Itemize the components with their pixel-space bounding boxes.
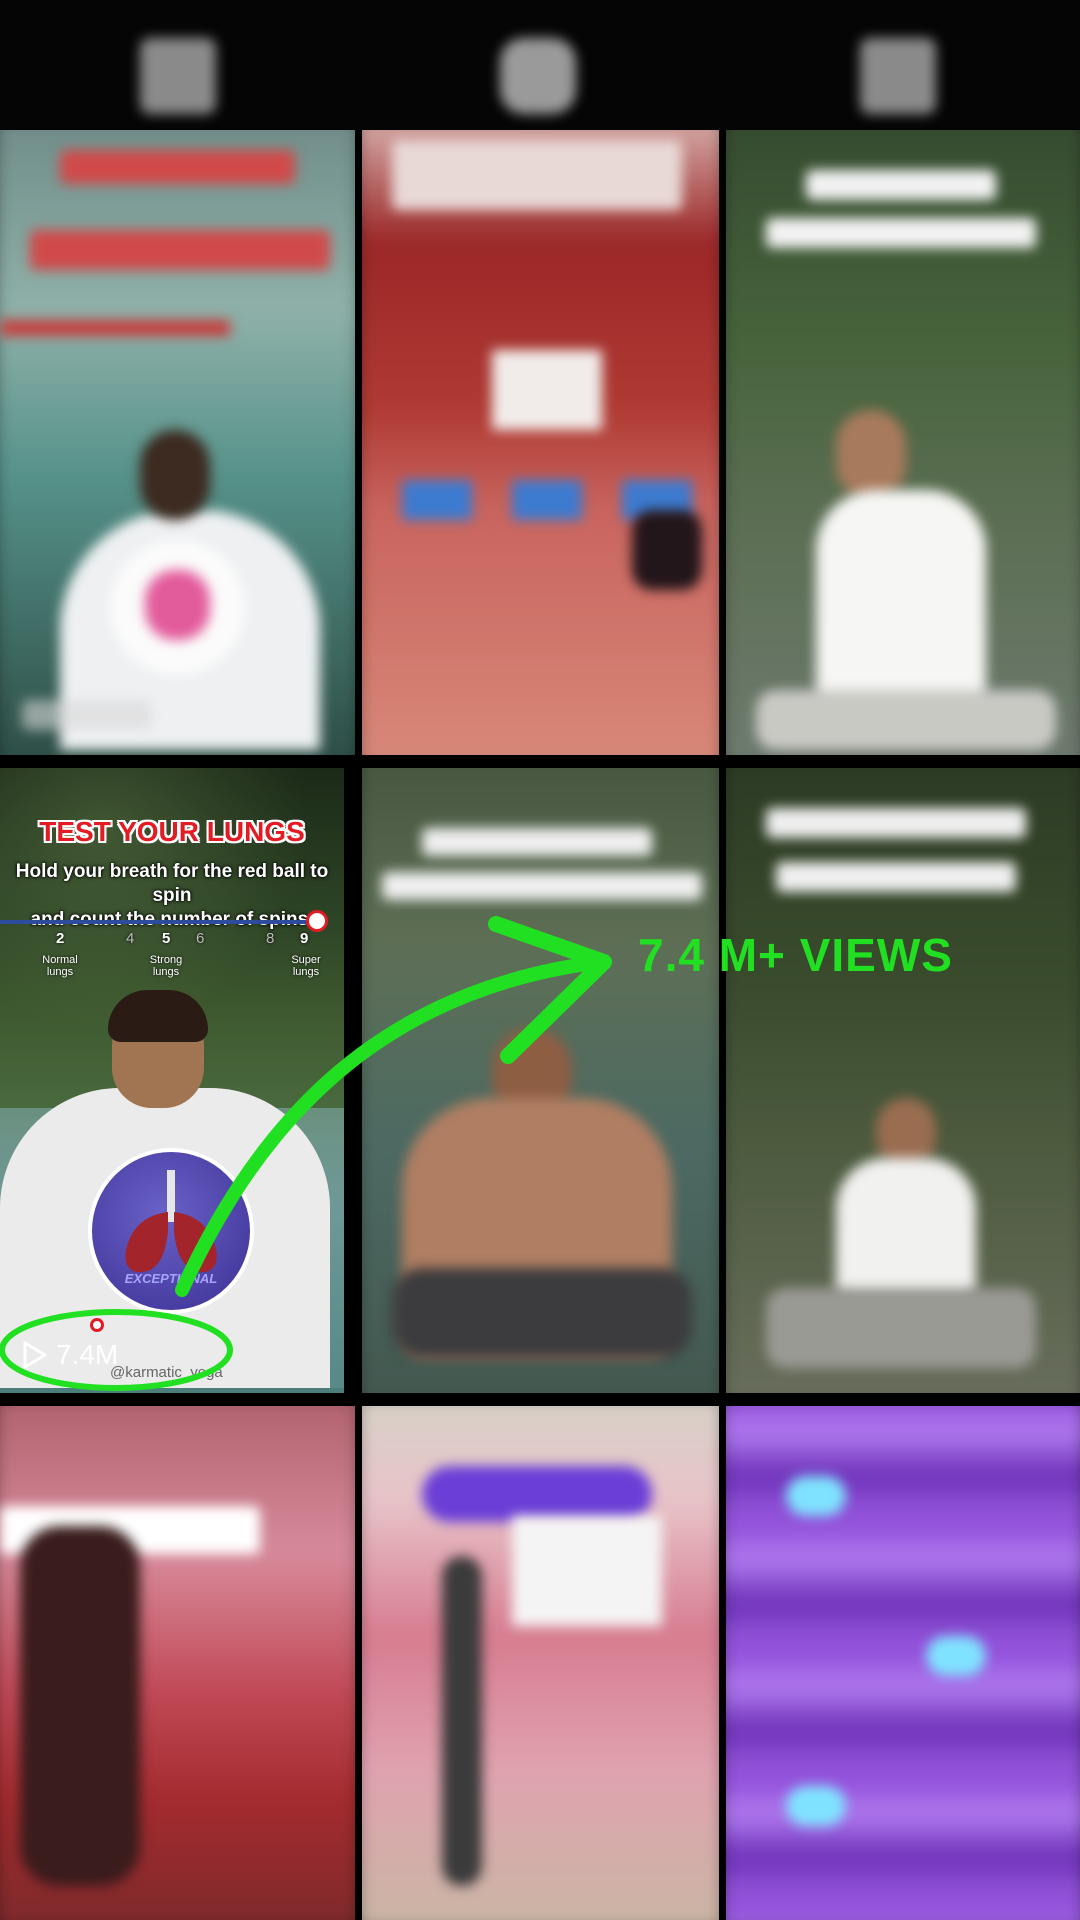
video-tile[interactable] <box>0 1406 355 1920</box>
scale-caption: Strong lungs <box>149 954 183 978</box>
video-tile[interactable] <box>726 768 1080 1393</box>
scale-number: 9 <box>300 930 309 947</box>
view-count-label: 7.4M <box>56 1339 119 1370</box>
video-tile[interactable] <box>362 1406 719 1920</box>
video-tile[interactable] <box>0 130 355 755</box>
video-tile[interactable] <box>362 130 719 755</box>
profile-tab-bar <box>0 0 1080 130</box>
grid-icon[interactable] <box>140 38 216 114</box>
red-dot <box>90 1318 104 1332</box>
scale-number: 8 <box>266 930 275 947</box>
repost-icon[interactable] <box>500 38 576 114</box>
cover-title: TEST YOUR LUNGS <box>39 816 305 847</box>
red-ball-indicator <box>306 910 328 932</box>
video-tile[interactable] <box>726 1406 1080 1920</box>
scale-number: 5 <box>162 930 171 947</box>
scale-number: 4 <box>126 930 135 947</box>
scale-bar <box>0 920 316 924</box>
scale-caption: Normal lungs <box>42 954 78 978</box>
view-count: 7.4M <box>22 1339 118 1371</box>
play-icon <box>23 1341 47 1369</box>
annotation-label: 7.4 M+ VIEWS <box>638 929 953 981</box>
video-tile[interactable] <box>726 130 1080 755</box>
video-grid: TEST YOUR LUNGS Hold your breath for the… <box>0 130 1080 1920</box>
tagged-icon[interactable] <box>860 38 936 114</box>
lungs-icon <box>125 1170 217 1273</box>
video-tile-featured[interactable]: TEST YOUR LUNGS Hold your breath for the… <box>0 768 344 1393</box>
scale-number: 2 <box>56 930 65 947</box>
person-hair <box>108 990 208 1042</box>
creator-handle: @karmatic_yoga <box>110 1364 223 1381</box>
lungs-badge <box>88 1148 254 1314</box>
scale-caption: Super lungs <box>291 954 321 978</box>
badge-label: EXCEPTIONAL <box>124 1271 218 1286</box>
scale-number: 6 <box>196 930 205 947</box>
video-tile[interactable] <box>362 768 719 1393</box>
